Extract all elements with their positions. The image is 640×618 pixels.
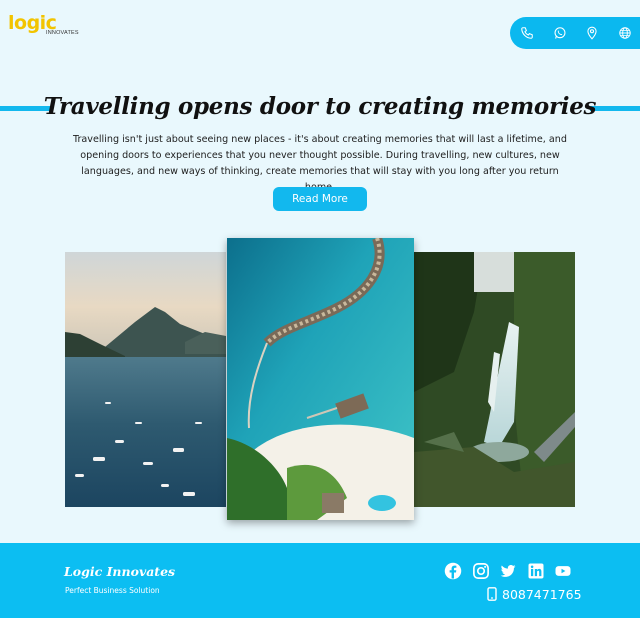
mobile-phone-icon bbox=[487, 587, 497, 601]
footer-tagline: Perfect Business Solution bbox=[65, 586, 160, 595]
phone-number: 8087471765 bbox=[502, 586, 582, 602]
instagram-icon[interactable] bbox=[472, 562, 490, 580]
phone-icon[interactable] bbox=[520, 26, 534, 40]
youtube-icon[interactable] bbox=[554, 562, 572, 580]
coastal-bay-photo bbox=[65, 252, 226, 507]
logo-subtext: INNOVATES bbox=[46, 30, 79, 36]
header: logic INNOVATES bbox=[0, 0, 640, 60]
read-more-button[interactable]: Read More bbox=[273, 187, 367, 211]
overwater-villas-photo bbox=[227, 238, 414, 520]
footer: Logic Innovates Perfect Business Solutio… bbox=[0, 543, 640, 618]
logo[interactable]: logic INNOVATES bbox=[8, 12, 88, 40]
globe-icon[interactable] bbox=[618, 26, 632, 40]
footer-brand: Logic Innovates bbox=[64, 564, 176, 579]
linkedin-icon[interactable] bbox=[527, 562, 545, 580]
waterfall-jungle-photo bbox=[414, 252, 575, 507]
twitter-icon[interactable] bbox=[499, 562, 517, 580]
social-links bbox=[444, 562, 582, 580]
location-pin-icon[interactable] bbox=[585, 26, 599, 40]
facebook-icon[interactable] bbox=[444, 562, 462, 580]
page-title: Travelling opens door to creating memori… bbox=[43, 93, 597, 120]
contact-bar bbox=[510, 17, 640, 49]
footer-phone[interactable]: 8087471765 bbox=[487, 586, 582, 602]
whatsapp-icon[interactable] bbox=[553, 26, 567, 40]
